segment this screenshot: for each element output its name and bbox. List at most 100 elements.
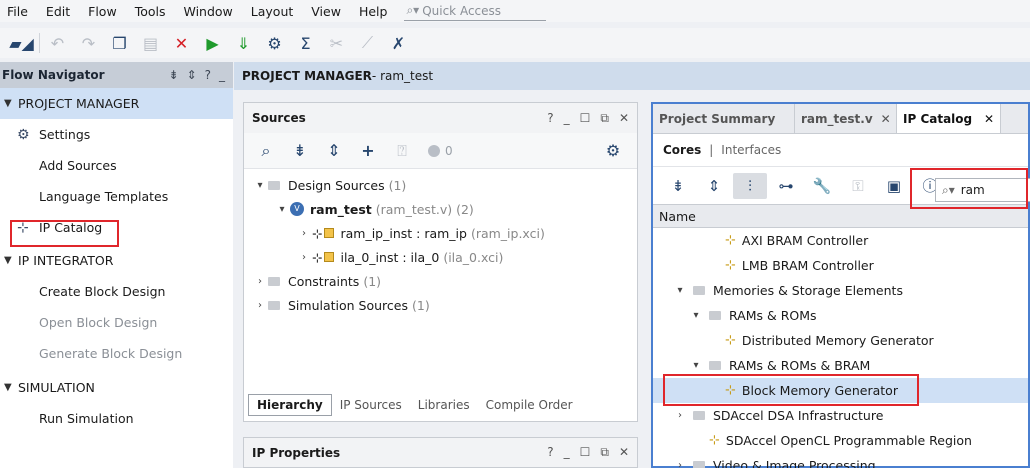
- close-icon[interactable]: ✕: [881, 112, 891, 126]
- disabled-tool2-icon[interactable]: ⟋: [352, 29, 383, 57]
- ip-row[interactable]: ⊹ SDAccel OpenCL Programmable Region: [653, 428, 1028, 453]
- hierarchy-icon[interactable]: ⊶: [769, 173, 803, 199]
- run-icon[interactable]: ▶: [197, 29, 228, 57]
- ip-category-row[interactable]: › SDAccel DSA Infrastructure: [653, 403, 1028, 428]
- minimize-icon[interactable]: _: [564, 111, 570, 126]
- ip-row[interactable]: ⊹ LMB BRAM Controller: [653, 253, 1028, 278]
- filter-icon[interactable]: ⫶: [733, 172, 767, 199]
- sources-tabs: Hierarchy IP Sources Libraries Compile O…: [248, 393, 581, 417]
- undo-icon[interactable]: ↶: [42, 29, 73, 57]
- ip-properties-panel: IP Properties ? _ ☐ ⧉ ✕: [243, 437, 638, 468]
- expand-all-icon[interactable]: ⇕: [318, 138, 350, 164]
- float-icon[interactable]: ⧉: [600, 445, 609, 460]
- close-icon[interactable]: ✕: [619, 111, 629, 126]
- tree-ip-instance[interactable]: › ⊹ ram_ip_inst : ram_ip (ram_ip.xci): [244, 221, 637, 245]
- nav-create-block-design[interactable]: Create Block Design: [0, 276, 233, 307]
- open-project-icon[interactable]: ▰◢: [6, 29, 37, 57]
- minimize-icon[interactable]: _: [219, 68, 225, 82]
- nav-run-simulation[interactable]: Run Simulation: [0, 403, 233, 434]
- section-project-manager[interactable]: ▼ PROJECT MANAGER: [0, 88, 233, 119]
- ip-category-row[interactable]: ▾ RAMs & ROMs: [653, 303, 1028, 328]
- disabled-tool-icon[interactable]: ✂: [321, 29, 352, 57]
- key-icon[interactable]: ⚿: [841, 173, 875, 199]
- add-icon[interactable]: +: [352, 138, 384, 164]
- chevron-right-icon: ›: [302, 251, 306, 263]
- cancel-tool-icon[interactable]: ✗: [383, 29, 414, 57]
- folder-icon: [693, 461, 705, 468]
- float-icon[interactable]: ⧉: [600, 111, 609, 126]
- pm-title: PROJECT MANAGER: [242, 69, 372, 83]
- close-icon[interactable]: ✕: [619, 445, 629, 460]
- section-ip-integrator[interactable]: ▼ IP INTEGRATOR: [0, 245, 233, 276]
- row-label: Memories & Storage Elements: [713, 283, 903, 298]
- gear-icon[interactable]: ⚙: [597, 138, 629, 164]
- paste-icon[interactable]: ▤: [135, 29, 166, 57]
- section-simulation[interactable]: ▼ SIMULATION: [0, 372, 233, 403]
- delete-icon[interactable]: ✕: [166, 29, 197, 57]
- help-icon[interactable]: ?: [547, 111, 553, 126]
- chevron-right-icon: ›: [678, 460, 682, 468]
- tree-simulation-sources[interactable]: › Simulation Sources (1): [244, 293, 637, 317]
- menu-edit[interactable]: Edit: [37, 4, 79, 19]
- chip-icon[interactable]: ▣: [877, 173, 911, 199]
- sigma-icon[interactable]: Σ: [290, 29, 321, 57]
- quick-access-input[interactable]: ⌕▾ Quick Access: [404, 1, 547, 21]
- subtab-cores[interactable]: Cores: [663, 143, 701, 157]
- question-icon[interactable]: ⍰: [386, 138, 418, 164]
- search-icon[interactable]: ⌕: [250, 138, 282, 164]
- download-icon[interactable]: ⇓: [228, 29, 259, 57]
- tab-hierarchy[interactable]: Hierarchy: [248, 394, 332, 416]
- menu-file[interactable]: File: [0, 4, 37, 19]
- close-icon[interactable]: ✕: [984, 112, 994, 126]
- tab-project-summary[interactable]: Project Summary: [653, 104, 795, 133]
- maximize-icon[interactable]: ☐: [580, 111, 591, 126]
- collapse-all-icon[interactable]: ⇟: [661, 173, 695, 199]
- tab-ip-catalog[interactable]: IP Catalog ✕: [897, 104, 1001, 133]
- minimize-icon[interactable]: _: [564, 445, 570, 460]
- help-icon[interactable]: ?: [205, 68, 211, 82]
- tab-ram-test-v[interactable]: ram_test.v ✕: [795, 104, 897, 133]
- menu-tools[interactable]: Tools: [126, 4, 175, 19]
- menu-flow[interactable]: Flow: [79, 4, 126, 19]
- menu-window[interactable]: Window: [174, 4, 241, 19]
- redo-icon[interactable]: ↷: [73, 29, 104, 57]
- tree-constraints[interactable]: › Constraints (1): [244, 269, 637, 293]
- expand-icon[interactable]: ⇕: [187, 68, 197, 82]
- nav-add-sources[interactable]: Add Sources: [0, 150, 233, 181]
- ip-plug-icon: ⊹: [725, 258, 736, 273]
- sources-title-bar: Sources ? _ ☐ ⧉ ✕: [244, 103, 637, 133]
- wrench-icon[interactable]: 🔧: [805, 173, 839, 199]
- ip-category-row[interactable]: › Video & Image Processing: [653, 453, 1028, 468]
- expand-all-icon[interactable]: ⇕: [697, 173, 731, 199]
- collapse-all-icon[interactable]: ⇟: [169, 68, 179, 82]
- nav-generate-block-design[interactable]: Generate Block Design: [0, 338, 233, 369]
- verilog-module-icon: V: [290, 202, 304, 216]
- row-label: Video & Image Processing: [713, 458, 876, 468]
- ip-category-row[interactable]: ▾ Memories & Storage Elements: [653, 278, 1028, 303]
- settings-icon[interactable]: ⚙: [259, 29, 290, 57]
- menu-layout[interactable]: Layout: [242, 4, 303, 19]
- chevron-down-icon: ▼: [4, 255, 12, 266]
- tree-design-sources[interactable]: ▾ Design Sources (1): [244, 173, 637, 197]
- tab-libraries[interactable]: Libraries: [410, 395, 478, 415]
- sources-panel: Sources ? _ ☐ ⧉ ✕ ⌕ ⇟ ⇕ + ⍰ 0 ⚙ ▾ Design…: [243, 102, 638, 422]
- ip-plug-icon: ⊹: [709, 433, 720, 448]
- folder-icon: [268, 180, 280, 190]
- row-label: RAMs & ROMs & BRAM: [729, 358, 871, 373]
- help-icon[interactable]: ?: [547, 445, 553, 460]
- tree-ip-instance[interactable]: › ⊹ ila_0_inst : ila_0 (ila_0.xci): [244, 245, 637, 269]
- ip-row[interactable]: ⊹ AXI BRAM Controller: [653, 228, 1028, 253]
- nav-open-block-design[interactable]: Open Block Design: [0, 307, 233, 338]
- maximize-icon[interactable]: ☐: [580, 445, 591, 460]
- ip-row[interactable]: ⊹ Distributed Memory Generator: [653, 328, 1028, 353]
- tree-top-module[interactable]: ▾ V ram_test (ram_test.v) (2): [244, 197, 637, 221]
- nav-settings[interactable]: ⚙ Settings: [0, 119, 233, 150]
- collapse-all-icon[interactable]: ⇟: [284, 138, 316, 164]
- tab-compile-order[interactable]: Compile Order: [478, 395, 581, 415]
- menu-help[interactable]: Help: [350, 4, 397, 19]
- tab-ip-sources[interactable]: IP Sources: [332, 395, 410, 415]
- subtab-interfaces[interactable]: Interfaces: [721, 143, 781, 157]
- menu-view[interactable]: View: [302, 4, 350, 19]
- copy-icon[interactable]: ❐: [104, 29, 135, 57]
- nav-language-templates[interactable]: Language Templates: [0, 181, 233, 212]
